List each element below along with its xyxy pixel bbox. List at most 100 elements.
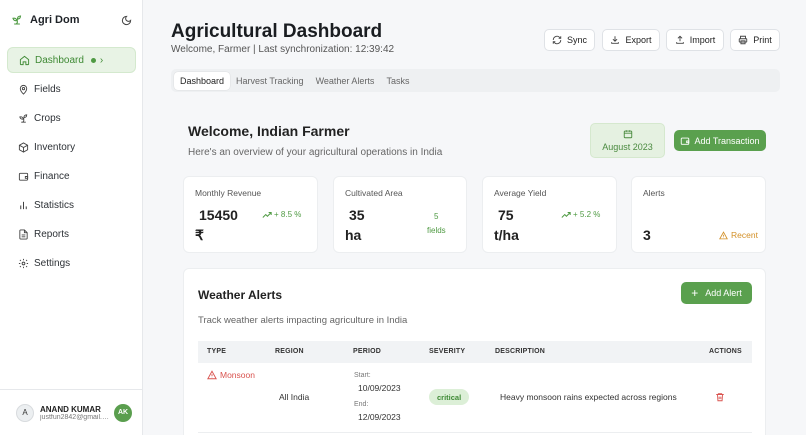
wallet-icon (680, 136, 690, 146)
column-header-type: TYPE (207, 348, 227, 355)
page-subtitle: Welcome, Farmer | Last synchronization: … (171, 44, 395, 55)
fields-label: fields (427, 226, 446, 235)
gear-icon (17, 257, 29, 269)
recent-tag: Recent (719, 230, 758, 240)
sidebar-item-label: Inventory (34, 141, 76, 153)
sidebar-item-label: Statistics (34, 199, 75, 211)
period-end: 12/09/2023 (358, 412, 401, 422)
weather-alerts-panel: Weather Alerts Track weather alerts impa… (183, 268, 766, 435)
export-button[interactable]: Export (602, 29, 660, 51)
fields-count: 5 (434, 212, 439, 221)
home-icon (18, 54, 30, 66)
app-name: Agri Dom (30, 14, 80, 26)
warning-icon (207, 370, 217, 380)
user-email: justfun2842@gmail.com (40, 413, 112, 421)
stat-card-area: Cultivated Area 35 ha 5 fields (333, 176, 467, 253)
stat-value: 35 (349, 207, 365, 223)
sidebar-item-dashboard[interactable]: Dashboard › (7, 47, 136, 73)
column-header-region: REGION (275, 348, 304, 355)
weather-alerts-title: Weather Alerts (198, 288, 283, 302)
sync-button[interactable]: Sync (544, 29, 595, 51)
tab-tasks[interactable]: Tasks (380, 72, 415, 90)
sidebar-item-settings[interactable]: Settings (7, 250, 136, 276)
download-icon (610, 35, 620, 45)
stat-card-yield: Average Yield 75 t/ha + 5.2 % (482, 176, 617, 253)
add-alert-button[interactable]: + Add Alert (681, 282, 752, 304)
sidebar-item-finance[interactable]: Finance (7, 163, 136, 189)
month-label: August 2023 (602, 142, 653, 152)
period-start-label: Start: (354, 372, 371, 379)
stat-trend: + 5.2 % (561, 210, 600, 219)
sidebar-nav: Dashboard › Fields Crops Inventory Finan… (7, 47, 136, 279)
plus-icon: + (691, 286, 699, 300)
wallet-icon (17, 170, 29, 182)
brand: Agri Dom (10, 11, 133, 29)
sidebar-item-label: Fields (34, 83, 61, 95)
welcome-title: Welcome, Indian Farmer (188, 123, 350, 139)
stat-label: Alerts (643, 188, 665, 198)
stat-trend-value: + 5.2 % (573, 210, 601, 219)
avatar: A (16, 403, 34, 422)
sidebar-item-statistics[interactable]: Statistics (7, 192, 136, 218)
stat-value: 15450 (199, 207, 238, 223)
user-initials-badge: AK (114, 403, 132, 422)
alert-type: Monsoon (207, 370, 255, 380)
stat-unit: t/ha (494, 227, 519, 243)
page-title: Agricultural Dashboard (171, 21, 383, 42)
trending-up-icon (561, 211, 571, 219)
trash-icon[interactable] (715, 392, 725, 402)
add-transaction-button[interactable]: Add Transaction (674, 130, 766, 151)
weather-alerts-description: Track weather alerts impacting agricultu… (198, 315, 408, 326)
import-button[interactable]: Import (666, 29, 724, 51)
print-button[interactable]: Print (730, 29, 780, 51)
period-start: 10/09/2023 (358, 383, 401, 393)
sprout-logo-icon (10, 13, 24, 27)
stat-unit: ha (345, 227, 362, 243)
tab-bar: Dashboard Harvest Tracking Weather Alert… (171, 69, 780, 92)
calendar-icon (623, 129, 633, 139)
file-icon (17, 228, 29, 240)
refresh-icon (552, 35, 562, 45)
severity-badge: critical (429, 389, 470, 405)
stat-label: Average Yield (494, 188, 547, 198)
print-label: Print (753, 35, 772, 45)
column-header-description: DESCRIPTION (495, 348, 546, 355)
sidebar-item-crops[interactable]: Crops (7, 105, 136, 131)
main-content: Agricultural Dashboard Welcome, Farmer |… (143, 0, 806, 435)
trending-up-icon (262, 211, 272, 219)
stat-label: Monthly Revenue (195, 188, 262, 198)
sidebar-item-reports[interactable]: Reports (7, 221, 136, 247)
bar-chart-icon (17, 199, 29, 211)
map-pin-icon (17, 83, 29, 95)
active-dot (90, 57, 96, 63)
month-selector[interactable]: August 2023 (590, 123, 665, 158)
alert-description: Heavy monsoon rains expected across regi… (500, 392, 677, 402)
stat-label: Cultivated Area (345, 188, 403, 198)
sidebar-item-label: Dashboard (35, 54, 84, 66)
stat-value: 3 (643, 227, 651, 243)
export-label: Export (625, 35, 652, 45)
tab-dashboard[interactable]: Dashboard (174, 71, 231, 90)
stat-card-alerts: Alerts 3 Recent (631, 176, 766, 253)
column-header-period: PERIOD (353, 348, 382, 355)
recent-label: Recent (731, 230, 758, 240)
column-header-severity: SEVERITY (429, 348, 466, 355)
package-icon (17, 141, 29, 153)
user-profile[interactable]: A ANAND KUMAR justfun2842@gmail.com AK (0, 389, 142, 435)
stat-trend: + 8.5 % (262, 210, 301, 219)
sidebar-item-label: Reports (34, 228, 70, 240)
stat-card-revenue: Monthly Revenue 15450 ₹ + 8.5 % (183, 176, 318, 253)
sidebar-item-label: Crops (34, 112, 61, 124)
chevron-right-icon: › (99, 54, 104, 66)
stat-value: 75 (498, 207, 514, 223)
stat-trend-value: + 8.5 % (274, 210, 302, 219)
sidebar-item-inventory[interactable]: Inventory (7, 134, 136, 160)
theme-toggle-icon[interactable] (119, 13, 133, 27)
tab-harvest-tracking[interactable]: Harvest Tracking (230, 72, 310, 90)
sync-label: Sync (566, 35, 587, 45)
printer-icon (738, 35, 748, 45)
user-name: ANAND KUMAR (40, 404, 101, 414)
sidebar: Agri Dom Dashboard › Fields Crops Invent… (0, 0, 143, 435)
sidebar-item-fields[interactable]: Fields (7, 76, 136, 102)
tab-weather-alerts[interactable]: Weather Alerts (310, 72, 381, 90)
